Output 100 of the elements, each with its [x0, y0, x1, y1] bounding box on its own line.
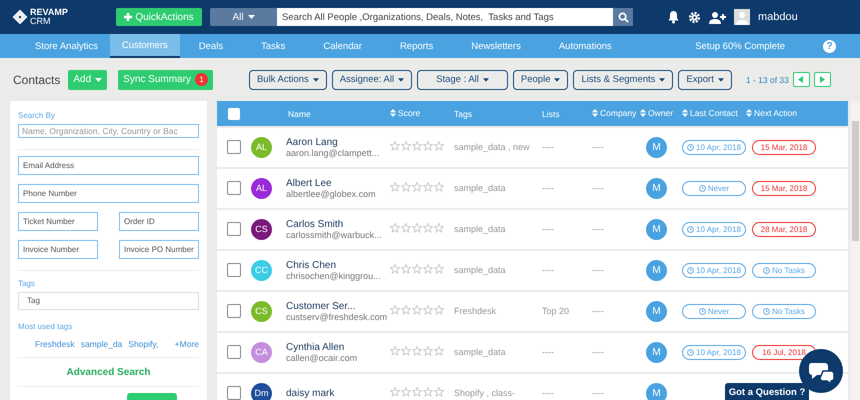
contact-name[interactable]: Carlos Smith [286, 218, 390, 230]
nav-tab[interactable]: Tasks [242, 34, 304, 58]
score-stars[interactable] [390, 346, 444, 356]
score-stars[interactable] [390, 264, 444, 274]
scrollbar-thumb[interactable] [852, 121, 859, 241]
row-checkbox[interactable] [227, 386, 241, 400]
nav-tab[interactable]: Customers [110, 34, 180, 58]
username[interactable]: mabdou [758, 11, 798, 23]
table-cell: ---- [592, 224, 604, 234]
search-button[interactable] [127, 392, 177, 400]
column-header[interactable]: Tags [454, 108, 472, 118]
setup-progress-link[interactable]: Setup 60% Complete [695, 40, 785, 52]
column-header[interactable]: Owner [640, 108, 674, 118]
notification-bell-icon[interactable] [667, 10, 680, 24]
more-tags-link[interactable]: +More [174, 338, 199, 349]
column-header[interactable]: Score [390, 108, 420, 118]
last-contact-badge: Never [682, 304, 746, 319]
tag-link[interactable]: sample_da [80, 338, 122, 349]
score-stars[interactable] [390, 140, 444, 151]
star-icon [423, 140, 433, 151]
filter-dropdown[interactable]: Export [678, 70, 732, 90]
contact-email: callen@ocair.com [286, 352, 358, 363]
table-cell: Top 20 [542, 306, 570, 316]
settings-icon[interactable] [688, 10, 701, 24]
next-page-button[interactable] [814, 72, 831, 87]
advanced-search-link[interactable]: Advanced Search [18, 366, 199, 378]
clock-icon [698, 308, 706, 315]
sync-summary-button[interactable]: Sync Summary 1 [118, 70, 213, 90]
column-header[interactable]: Next Action [746, 108, 797, 118]
filter-dropdown[interactable]: Assignee: All [332, 70, 412, 90]
row-checkbox[interactable] [227, 181, 241, 196]
star-icon [390, 222, 400, 233]
star-icon [423, 386, 433, 397]
next-action-badge: 15 Mar, 2018 [752, 180, 816, 196]
tag-link[interactable]: Shopify, [128, 338, 158, 349]
filter-dropdown[interactable]: Bulk Actions [248, 70, 327, 90]
last-contact-badge: Never [682, 180, 746, 196]
contact-name[interactable]: Albert Lee [286, 178, 390, 189]
select-all-checkbox[interactable] [228, 108, 240, 120]
owner-avatar: M [646, 342, 667, 363]
score-stars[interactable] [390, 386, 444, 397]
left-arrow-icon [798, 76, 804, 83]
input-field[interactable]: Invoice PO Number [119, 240, 199, 259]
caret-icon [248, 15, 255, 19]
input-field[interactable]: Invoice Number [18, 240, 98, 259]
contact-name[interactable]: Chris Chen [286, 260, 390, 271]
star-icon [434, 264, 444, 274]
input-field[interactable]: Order ID [119, 212, 199, 231]
help-icon[interactable]: ? [823, 40, 836, 52]
search-button[interactable] [613, 8, 633, 26]
star-icon [412, 304, 422, 315]
contact-name[interactable]: Aaron Lang [286, 136, 390, 148]
nav-tab[interactable]: Automations [540, 34, 631, 58]
star-icon [434, 304, 444, 315]
sort-icon [682, 109, 688, 117]
score-stars[interactable] [390, 304, 444, 315]
row-checkbox[interactable] [227, 222, 241, 236]
column-header[interactable]: Name [288, 108, 311, 118]
row-checkbox[interactable] [227, 140, 241, 154]
input-field[interactable]: Ticket Number [18, 212, 98, 231]
nav-tab[interactable]: Store Analytics [23, 34, 110, 58]
contact-name[interactable]: daisy mark [286, 388, 390, 399]
owner-avatar: M [646, 136, 667, 158]
score-stars[interactable] [390, 182, 444, 192]
previous-page-button[interactable] [792, 72, 810, 87]
contact-name[interactable]: Cynthia Allen [286, 342, 390, 353]
row-checkbox[interactable] [227, 304, 241, 318]
input-field[interactable]: Email Address [18, 156, 199, 175]
nav-tab[interactable]: Deals [180, 34, 242, 58]
next-action-badge: 28 Mar, 2018 [752, 222, 816, 237]
column-header[interactable]: Company [592, 108, 636, 118]
got-a-question-button[interactable]: Got a Question ? [725, 383, 809, 400]
nav-tab[interactable]: Reports [380, 34, 452, 58]
input-field[interactable]: Phone Number [18, 184, 199, 203]
add-user-icon[interactable] [709, 10, 726, 24]
nav-tab[interactable]: Newsletters [452, 34, 540, 58]
star-icon [412, 264, 422, 274]
column-header[interactable]: Last Contact [682, 108, 738, 118]
score-stars[interactable] [390, 222, 444, 233]
quick-actions-button[interactable]: QuickActions [116, 8, 202, 26]
row-checkbox[interactable] [227, 345, 241, 360]
tag-link[interactable]: Freshdesk [35, 338, 75, 349]
filter-dropdown[interactable]: Lists & Segments [573, 70, 674, 90]
tag-field[interactable]: Tag [18, 292, 199, 310]
filter-dropdown[interactable]: Stage : All [417, 70, 508, 90]
column-header[interactable]: Lists [542, 108, 560, 118]
search-field[interactable]: Name, Organization, City, Country or Bac [18, 124, 199, 138]
star-icon [412, 182, 422, 192]
filter-dropdown[interactable]: People [512, 70, 568, 90]
contact-name[interactable]: Customer Ser... [286, 300, 390, 312]
row-checkbox[interactable] [227, 263, 241, 278]
sort-icon [640, 109, 646, 117]
scrollbar[interactable] [851, 101, 860, 400]
add-button[interactable]: Add [68, 70, 108, 90]
search-scope-dropdown[interactable]: All [210, 8, 277, 26]
owner-avatar: M [646, 300, 667, 322]
table-cell: ---- [592, 388, 604, 398]
search-field[interactable]: Search All People ,Organizations, Deals, Notes, Tasks and Tags [277, 8, 613, 26]
nav-tab[interactable]: Calendar [304, 34, 381, 58]
owner-avatar: M [646, 178, 667, 199]
